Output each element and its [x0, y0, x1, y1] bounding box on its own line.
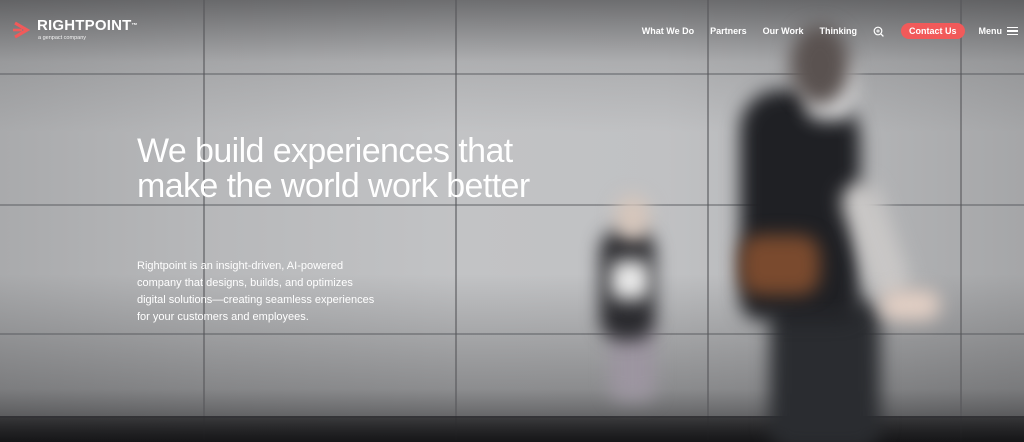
main-nav: What We Do Partners Our Work Thinking Co… [642, 22, 1024, 40]
hero-section: RIGHTPOINT™ a genpact company What We Do… [0, 0, 1024, 442]
hero-headline: We build experiences that make the world… [137, 134, 657, 204]
site-header: RIGHTPOINT™ a genpact company What We Do… [0, 0, 1024, 62]
nav-link-thinking[interactable]: Thinking [819, 26, 857, 36]
hero-description-line: company that designs, builds, and optimi… [137, 277, 353, 289]
hero-headline-line: We build experiences that [137, 132, 513, 170]
brand-tagline: a genpact company [38, 35, 87, 41]
hamburger-icon [1007, 26, 1018, 36]
walker-figure [880, 290, 940, 320]
hero-description-line: digital solutions—creating seamless expe… [137, 294, 375, 306]
wall-grid-line [960, 0, 962, 442]
brand-name: RIGHTPOINT [37, 17, 132, 34]
menu-label: Menu [978, 26, 1003, 36]
brand-logo[interactable]: RIGHTPOINT™ a genpact company [13, 18, 138, 42]
hero-headline-line: make the world work better [137, 167, 530, 205]
wall-grid-line [707, 0, 709, 442]
search-icon[interactable] [873, 25, 885, 37]
hero-description: Rightpoint is an insight-driven, AI-powe… [137, 258, 407, 326]
walker-figure [770, 300, 880, 442]
wall-grid-line [0, 73, 1024, 75]
contact-us-button[interactable]: Contact Us [900, 23, 965, 39]
wall-grid-line [203, 0, 205, 442]
chevron-logo-icon [13, 19, 35, 41]
hero-description-line: for your customers and employees. [137, 311, 309, 323]
hero-description-line: Rightpoint is an insight-driven, AI-powe… [137, 260, 344, 272]
nav-link-our-work[interactable]: Our Work [763, 26, 804, 36]
walker-figure [740, 235, 820, 295]
nav-link-what-we-do[interactable]: What We Do [642, 26, 694, 36]
nav-link-partners[interactable]: Partners [710, 26, 747, 36]
menu-button[interactable]: Menu [978, 26, 1018, 36]
walker-figure [610, 260, 650, 300]
wall-grid-line [455, 0, 457, 442]
trademark-symbol: ™ [131, 23, 138, 29]
